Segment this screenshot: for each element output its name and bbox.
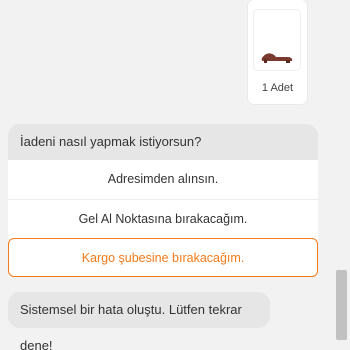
scrollbar[interactable] [333,0,350,350]
product-image [254,10,300,70]
chat-area: 1 Adet İadeni nasıl yapmak istiyorsun? A… [0,0,333,350]
scrollbar-thumb[interactable] [336,270,347,340]
return-options-list: Adresimden alınsın. Gel Al Noktasına bır… [8,160,318,277]
option-address-pickup[interactable]: Adresimden alınsın. [8,160,318,199]
sandal-icon [261,53,293,63]
error-message: Sistemsel bir hata oluştu. Lütfen tekrar… [8,292,270,350]
question-message: İadeni nasıl yapmak istiyorsun? [8,124,318,160]
product-quantity: 1 Adet [261,82,294,94]
product-card[interactable]: 1 Adet [248,0,307,104]
option-cargo-branch[interactable]: Kargo şubesine bırakacağım. [8,238,318,277]
option-pickup-point[interactable]: Gel Al Noktasına bırakacağım. [8,199,318,238]
